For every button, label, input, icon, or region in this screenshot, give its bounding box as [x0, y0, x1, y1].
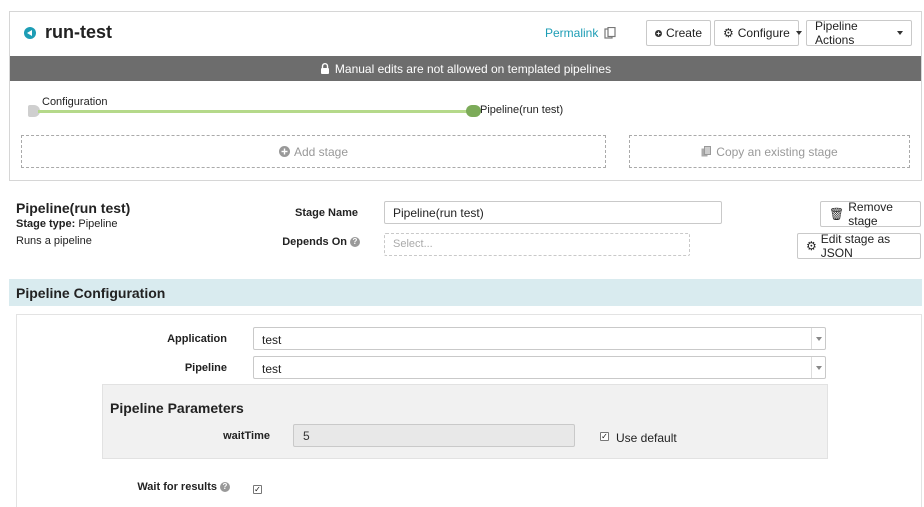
pipeline-header-panel: run-test Permalink Create ⚙ Configure Pi…	[9, 11, 922, 181]
banner-text: Manual edits are not allowed on template…	[334, 61, 612, 76]
pipeline-actions-label: Pipeline Actions	[815, 19, 858, 47]
create-button[interactable]: Create	[646, 20, 711, 46]
application-value: test	[262, 333, 282, 347]
pipeline-actions-button[interactable]: Pipeline Actions	[806, 19, 912, 47]
remove-stage-button[interactable]: 🗑 Remove stage	[820, 200, 921, 228]
pipeline-value: test	[262, 362, 282, 376]
permalink-link[interactable]: Permalink	[545, 26, 598, 40]
wait-for-results-checkbox[interactable]: ✓	[253, 485, 262, 494]
templated-warning-banner: Manual edits are not allowed on template…	[10, 56, 921, 81]
edit-stage-json-button[interactable]: ⚙ Edit stage as JSON	[797, 232, 921, 260]
clipboard-icon[interactable]	[604, 27, 616, 39]
pipeline-configuration-header: Pipeline Configuration	[9, 279, 922, 306]
graph-node-pipeline[interactable]	[466, 105, 481, 117]
edit-stage-json-label: Edit stage as JSON	[820, 232, 891, 260]
chevron-down-icon	[795, 31, 802, 35]
chevron-down-icon	[811, 357, 825, 378]
gear-icon: ⚙	[806, 239, 817, 253]
title-area: run-test	[24, 22, 112, 43]
copy-icon	[701, 146, 712, 157]
plus-circle-icon	[278, 146, 290, 157]
stage-name-label: Stage Name	[295, 207, 358, 219]
wait-time-input: 5	[293, 424, 575, 447]
copy-stage-label: Copy an existing stage	[716, 144, 838, 159]
depends-on-label: Depends On?	[250, 236, 360, 248]
copy-stage-button[interactable]: Copy an existing stage	[629, 135, 910, 168]
page-title: run-test	[45, 22, 112, 42]
add-stage-label: Add stage	[293, 144, 349, 159]
help-icon[interactable]: ?	[350, 237, 360, 247]
stage-description: Runs a pipeline	[16, 235, 92, 247]
graph-label-configuration[interactable]: Configuration	[42, 96, 107, 108]
pipeline-label: Pipeline	[184, 362, 227, 374]
wait-time-label: waitTime	[223, 430, 270, 442]
configure-button[interactable]: ⚙ Configure	[714, 20, 802, 46]
stage-name-input[interactable]: Pipeline(run test)	[384, 201, 722, 224]
trash-icon: 🗑	[829, 207, 845, 221]
use-default-label[interactable]: Use default	[616, 431, 677, 445]
plus-circle-icon	[655, 29, 662, 37]
chevron-down-icon	[811, 328, 825, 349]
wait-for-results-label: Wait for results?	[115, 481, 230, 493]
pipeline-select[interactable]: test	[253, 356, 826, 379]
application-label: Application	[167, 333, 227, 345]
help-icon[interactable]: ?	[220, 482, 230, 492]
stage-type-key: Stage type:	[16, 218, 76, 230]
remove-stage-label: Remove stage	[848, 200, 893, 228]
gear-icon: ⚙	[723, 26, 734, 40]
pipeline-parameters-panel: Pipeline Parameters waitTime 5 ✓ Use def…	[102, 384, 828, 459]
graph-connector	[38, 110, 480, 113]
wait-for-results-text: Wait for results	[137, 481, 217, 493]
use-default-checkbox[interactable]: ✓	[600, 432, 609, 441]
stage-type-value: Pipeline	[78, 218, 118, 230]
depends-on-text: Depends On	[282, 236, 347, 248]
graph-label-pipeline[interactable]: Pipeline(run test)	[480, 104, 563, 116]
back-arrow-icon[interactable]	[24, 26, 36, 39]
configure-label: Configure	[737, 26, 790, 40]
application-select[interactable]: test	[253, 327, 826, 350]
stage-title: Pipeline(run test)	[16, 200, 131, 216]
chevron-down-icon	[897, 31, 903, 35]
pipeline-parameters-title: Pipeline Parameters	[110, 400, 244, 416]
create-label: Create	[665, 26, 702, 40]
stage-type: Stage type: Pipeline	[16, 218, 118, 230]
lock-icon	[320, 63, 329, 74]
add-stage-button[interactable]: Add stage	[21, 135, 606, 168]
depends-on-select[interactable]: Select...	[384, 233, 690, 256]
